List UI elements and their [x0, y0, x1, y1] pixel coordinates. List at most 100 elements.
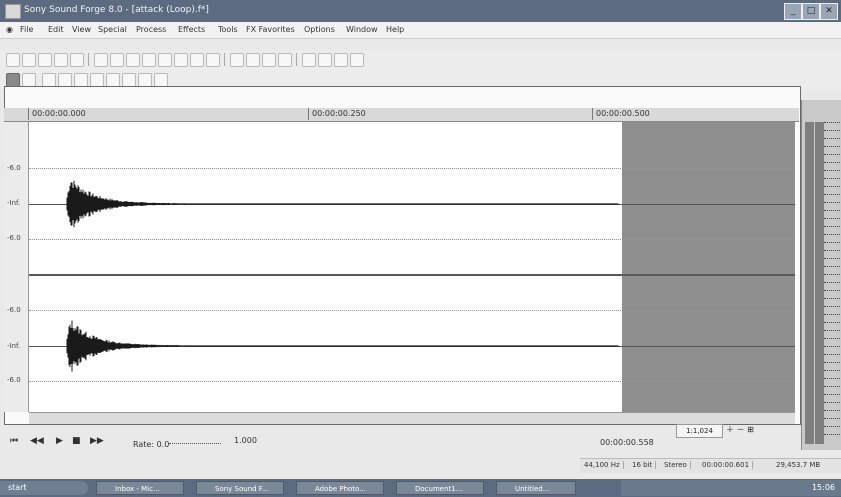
- meter-tick: [824, 330, 840, 331]
- menu-special[interactable]: Special: [98, 25, 127, 34]
- mix-icon[interactable]: [142, 53, 156, 67]
- trim-icon[interactable]: [158, 53, 172, 67]
- meter-tick: [824, 370, 840, 371]
- db-label: -6.0: [7, 234, 21, 242]
- forward-icon[interactable]: ▶▶: [90, 436, 104, 446]
- zoom-in-icon[interactable]: [318, 53, 332, 67]
- menu-file[interactable]: File: [20, 25, 33, 34]
- save-as-icon[interactable]: [54, 53, 68, 67]
- menu-tools[interactable]: Tools: [218, 25, 238, 34]
- undo-icon[interactable]: [174, 53, 188, 67]
- taskbar-item[interactable]: Inbox - Mic...: [96, 481, 184, 495]
- zoom-out-icon[interactable]: [334, 53, 348, 67]
- loop-icon[interactable]: [22, 73, 36, 87]
- status-length: 00:00:00.601: [702, 461, 754, 469]
- new-icon[interactable]: [6, 53, 20, 67]
- meter-tick: [824, 298, 840, 299]
- menu-fx-favorites[interactable]: FX Favorites: [246, 25, 295, 34]
- meter-tick: [824, 266, 840, 267]
- ruler-label-end: 00:00:00.500: [596, 109, 650, 118]
- taskbar-item[interactable]: Adobe Photo...: [296, 481, 384, 495]
- playback-meters: [801, 100, 841, 450]
- menu-options[interactable]: Options: [304, 25, 335, 34]
- go-to-end-icon[interactable]: [154, 73, 168, 87]
- menu-help[interactable]: Help: [386, 25, 404, 34]
- stop-icon[interactable]: [90, 73, 104, 87]
- magnify-tool-icon[interactable]: [278, 53, 292, 67]
- taskbar-item[interactable]: Untitled...: [496, 481, 576, 495]
- copy-icon[interactable]: [110, 53, 124, 67]
- save-icon[interactable]: [38, 53, 52, 67]
- paste-icon[interactable]: [126, 53, 140, 67]
- play-icon[interactable]: ▶: [56, 436, 63, 446]
- render-icon[interactable]: [70, 53, 84, 67]
- maximize-button[interactable]: □: [802, 3, 820, 20]
- meter-tick: [824, 170, 840, 171]
- time-ruler[interactable]: 00:00:00.000 00:00:00.250 00:00:00.500: [4, 108, 799, 122]
- meter-tick: [824, 210, 840, 211]
- meter-tick: [824, 394, 840, 395]
- title-bar: Sony Sound Forge 8.0 - [attack (Loop).f*…: [0, 0, 841, 22]
- meter-tick: [824, 226, 840, 227]
- pause-icon[interactable]: [74, 73, 88, 87]
- meter-tick: [824, 410, 840, 411]
- meter-tick: [824, 282, 840, 283]
- zoom-ratio[interactable]: 1:1,024: [676, 424, 723, 438]
- play-all-icon[interactable]: [42, 73, 56, 87]
- app-icon[interactable]: [5, 4, 21, 19]
- normalize-icon[interactable]: [350, 53, 364, 67]
- system-tray: 15:06: [621, 480, 841, 496]
- menu-bar: ◉ File Edit View Special Process Effects…: [0, 22, 841, 39]
- waveform-svg: [66, 180, 619, 372]
- meter-tick: [824, 218, 840, 219]
- open-icon[interactable]: [22, 53, 36, 67]
- start-button[interactable]: start: [0, 481, 88, 495]
- redo-icon[interactable]: [190, 53, 204, 67]
- taskbar-item[interactable]: Sony Sound F...: [196, 481, 284, 495]
- taskbar: start Inbox - Mic... Sony Sound F... Ado…: [0, 479, 841, 497]
- menu-process[interactable]: Process: [136, 25, 166, 34]
- record-icon[interactable]: [6, 73, 20, 87]
- meter-tick: [824, 162, 840, 163]
- level-ruler: -6.0 -Inf. -6.0 -6.0 -Inf. -6.0: [4, 122, 29, 412]
- rewind-icon[interactable]: ◀◀: [30, 436, 44, 446]
- horizontal-scrollbar[interactable]: [29, 412, 795, 424]
- meter-tick: [824, 354, 840, 355]
- meter-tick: [824, 202, 840, 203]
- menu-window[interactable]: Window: [346, 25, 378, 34]
- stop-icon[interactable]: ■: [72, 436, 81, 446]
- meter-tick: [824, 146, 840, 147]
- meter-tick: [824, 434, 840, 435]
- meter-tick: [824, 154, 840, 155]
- rate-slider[interactable]: [169, 443, 221, 444]
- pencil-tool-icon[interactable]: [262, 53, 276, 67]
- menu-edit[interactable]: Edit: [48, 25, 64, 34]
- doc-menu-icon[interactable]: ◉: [6, 25, 13, 34]
- go-to-start-icon[interactable]: ⏮: [10, 436, 18, 446]
- play-icon[interactable]: [58, 73, 72, 87]
- close-button[interactable]: ✕: [820, 3, 838, 20]
- standard-toolbar: [0, 50, 841, 70]
- position-display: 00:00:00.558: [600, 438, 654, 447]
- menu-view[interactable]: View: [72, 25, 91, 34]
- edit-tool-icon[interactable]: [302, 53, 316, 67]
- menu-effects[interactable]: Effects: [178, 25, 205, 34]
- status-sample-rate: 44,100 Hz: [584, 461, 624, 469]
- go-to-start-icon[interactable]: [106, 73, 120, 87]
- cut-icon[interactable]: [94, 53, 108, 67]
- db-label: -6.0: [7, 306, 21, 314]
- forward-icon[interactable]: [138, 73, 152, 87]
- waveform-area[interactable]: [29, 122, 795, 412]
- minimize-button[interactable]: _: [784, 3, 802, 20]
- status-free-space: 29,453.7 MB: [776, 461, 821, 469]
- meter-tick: [824, 194, 840, 195]
- meter-tick: [824, 122, 840, 123]
- repeat-icon[interactable]: [206, 53, 220, 67]
- meter-tick: [824, 362, 840, 363]
- zoom-buttons[interactable]: ＋ － ⊞: [726, 424, 754, 435]
- event-tool-icon[interactable]: [230, 53, 244, 67]
- taskbar-item[interactable]: Document1...: [396, 481, 484, 495]
- envelope-tool-icon[interactable]: [246, 53, 260, 67]
- rewind-icon[interactable]: [122, 73, 136, 87]
- status-bar: 44,100 Hz 16 bit Stereo 00:00:00.601 29,…: [580, 458, 841, 473]
